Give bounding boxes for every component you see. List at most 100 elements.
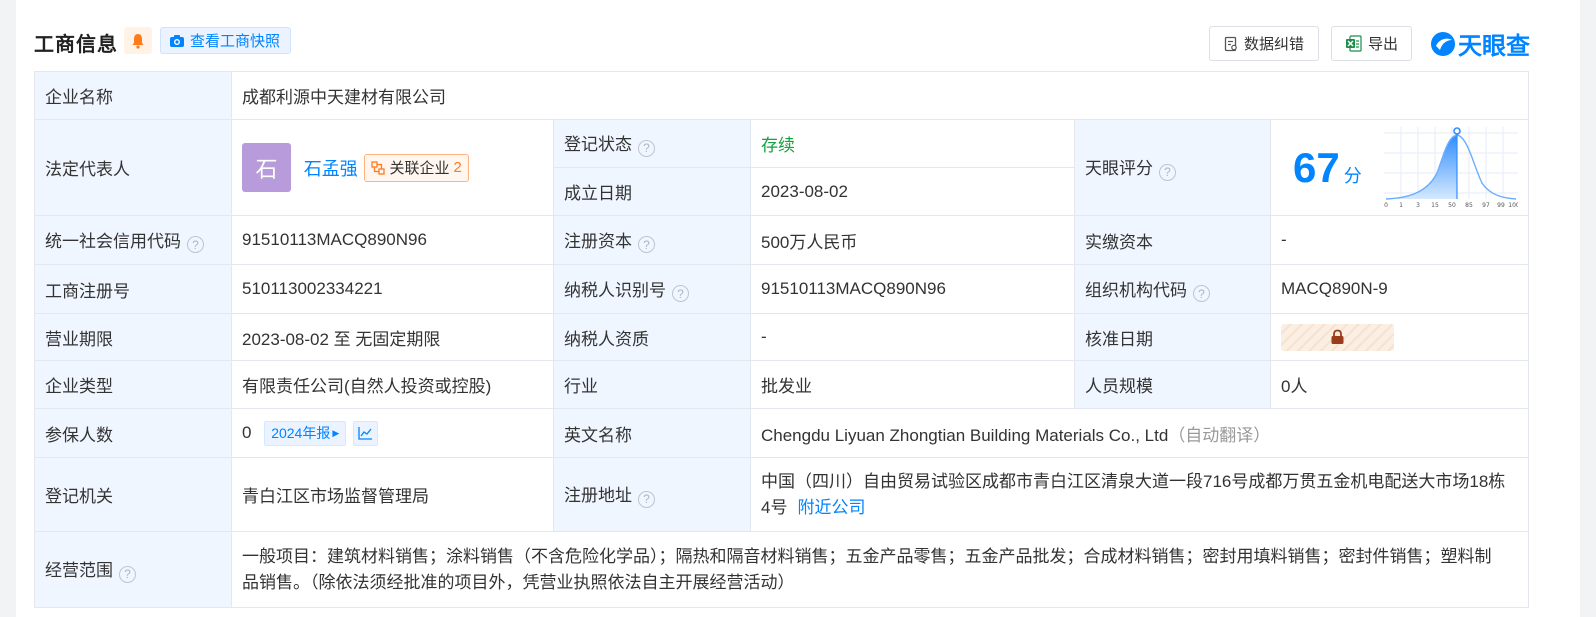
nearby-companies-link[interactable]: 附近公司 — [797, 498, 865, 517]
score-axis-tick: 97 — [1482, 202, 1490, 209]
insured-cell: 0 2024年报 ▶ — [231, 408, 554, 458]
score-value: 67 — [1293, 143, 1340, 191]
company-type-value: 有限责任公司(自然人投资或控股) — [231, 360, 554, 409]
score-axis-tick: 100 — [1508, 202, 1518, 209]
org-code-label: 组织机构代码 — [1085, 280, 1187, 300]
english-name-value: Chengdu Liyuan Zhongtian Building Materi… — [761, 425, 1169, 445]
edit-doc-icon — [1224, 36, 1237, 51]
help-icon[interactable]: ? — [638, 490, 655, 508]
line-chart-icon — [358, 427, 373, 440]
table-row: 参保人数 0 2024年报 ▶ 英文名称 Chengdu Liyuan Zhong… — [34, 408, 1529, 458]
insured-value: 0 — [242, 422, 252, 442]
help-icon[interactable]: ? — [638, 236, 655, 254]
lock-icon — [1331, 329, 1344, 344]
table-row: 企业名称 成都利源中天建材有限公司 — [34, 71, 1529, 120]
credit-code-label: 统一社会信用代码 — [45, 231, 181, 251]
reg-capital-value: 500万人民币 — [750, 215, 1075, 265]
score-distribution-chart[interactable]: 0 1 3 15 50 85 97 99 100 — [1384, 126, 1518, 209]
help-icon[interactable]: ? — [1159, 163, 1176, 181]
excel-icon — [1346, 35, 1362, 52]
score-axis-tick: 3 — [1416, 202, 1420, 209]
field-label: 注册资本? — [553, 215, 751, 265]
reg-status-value: 存续 — [750, 119, 1075, 168]
field-label: 英文名称 — [553, 408, 751, 458]
export-button[interactable]: 导出 — [1331, 26, 1413, 61]
reg-address-line1: 中国（四川）自由贸易试验区成都市青白江区清泉大道一段716号成都万贯五金机电配送… — [761, 471, 1506, 491]
score-axis-tick: 1 — [1399, 202, 1403, 209]
table-row: 统一社会信用代码? 91510113MACQ890N96 注册资本? 500万人… — [34, 215, 1529, 265]
company-name-value: 成都利源中天建材有限公司 — [231, 71, 1529, 120]
field-label: 经营范围? — [34, 531, 232, 608]
legal-rep-name[interactable]: 石孟强 — [304, 159, 358, 179]
annual-report-tag[interactable]: 2024年报 ▶ — [264, 420, 347, 446]
locked-value[interactable] — [1281, 323, 1394, 351]
bell-icon[interactable] — [124, 27, 152, 54]
snapshot-label: 查看工商快照 — [190, 33, 281, 50]
avatar[interactable]: 石 — [242, 143, 291, 192]
english-name-cell: Chengdu Liyuan Zhongtian Building Materi… — [750, 408, 1529, 458]
score-axis-ticks: 0 1 3 15 50 85 97 99 100 — [1384, 202, 1518, 209]
scope-line2: 品销售。（除依法须经批准的项目外，凭营业执照依法自主开展经营活动） — [242, 572, 795, 592]
field-label: 天眼评分? — [1074, 119, 1271, 216]
export-label: 导出 — [1368, 36, 1399, 53]
field-label: 行业 — [553, 360, 751, 409]
field-label: 登记状态? — [553, 119, 751, 168]
approval-date-value — [1270, 313, 1529, 361]
credit-code-value: 91510113MACQ890N96 — [231, 215, 554, 265]
field-label: 纳税人资质 — [553, 313, 751, 361]
related-count: 2 — [453, 159, 462, 176]
reg-authority-value: 青白江区市场监督管理局 — [231, 457, 554, 532]
field-label: 组织机构代码? — [1074, 264, 1271, 314]
legal-rep-cell: 石 石孟强 关联企业 2 — [231, 119, 554, 216]
field-label: 成立日期 — [553, 167, 751, 216]
related-companies-tag[interactable]: 关联企业 2 — [364, 153, 469, 182]
correction-label: 数据纠错 — [1244, 36, 1305, 53]
reg-number-value: 510113002334221 — [231, 264, 554, 314]
score-label: 天眼评分 — [1085, 159, 1153, 179]
table-row: 工商注册号 510113002334221 纳税人识别号? 91510113MA… — [34, 264, 1529, 314]
field-label: 核准日期 — [1074, 313, 1271, 361]
help-icon[interactable]: ? — [1193, 285, 1210, 303]
help-icon[interactable]: ? — [119, 565, 136, 583]
industry-value: 批发业 — [750, 360, 1075, 409]
section-title: 工商信息 — [34, 34, 118, 56]
field-label: 纳税人识别号? — [553, 264, 751, 314]
snapshot-button[interactable]: 查看工商快照 — [160, 27, 292, 54]
field-label: 企业名称 — [34, 71, 232, 120]
business-info-table: 企业名称 成都利源中天建材有限公司 法定代表人 石 石孟强 关联企业 2 登记状… — [34, 71, 1529, 608]
scope-label: 经营范围 — [45, 561, 113, 581]
reg-capital-label: 注册资本 — [564, 231, 632, 251]
trend-chart-button[interactable] — [353, 420, 379, 446]
score-axis-tick: 0 — [1384, 202, 1388, 209]
reg-address-line2: 4号 — [761, 497, 788, 517]
taxpayer-qual-value: - — [750, 313, 1075, 361]
field-label: 人员规模 — [1074, 360, 1271, 409]
field-label: 参保人数 — [34, 408, 232, 458]
field-label: 企业类型 — [34, 360, 232, 409]
score-axis-tick: 85 — [1465, 202, 1473, 209]
table-row: 企业类型 有限责任公司(自然人投资或控股) 行业 批发业 人员规模 0人 — [34, 360, 1529, 409]
paid-capital-value: - — [1270, 215, 1529, 265]
annual-report-label: 2024年报 — [271, 425, 331, 441]
taxpayer-id-label: 纳税人识别号 — [564, 280, 666, 300]
org-code-value: MACQ890N-9 — [1270, 264, 1529, 314]
data-correction-button[interactable]: 数据纠错 — [1209, 26, 1320, 61]
field-label: 实缴资本 — [1074, 215, 1271, 265]
score-axis-tick: 99 — [1497, 202, 1505, 209]
field-label: 工商注册号 — [34, 264, 232, 314]
field-label: 法定代表人 — [34, 119, 232, 216]
table-row: 登记机关 青白江区市场监督管理局 注册地址? 中国（四川）自由贸易试验区成都市青… — [34, 457, 1529, 532]
table-row: 法定代表人 石 石孟强 关联企业 2 登记状态? 存续 天眼评分? 67 分 0… — [34, 119, 1529, 216]
help-icon[interactable]: ? — [672, 285, 689, 303]
relation-icon — [371, 160, 386, 175]
related-label: 关联企业 — [389, 160, 450, 177]
score-axis-tick: 15 — [1431, 202, 1439, 209]
table-row: 经营范围? 一般项目：建筑材料销售；涂料销售（不含危险化学品）；隔热和隔音材料销… — [34, 531, 1529, 608]
table-row: 营业期限 2023-08-02 至 无固定期限 纳税人资质 - 核准日期 — [34, 313, 1529, 361]
score-cell: 67 分 0 1 3 15 50 85 97 99 100 — [1270, 119, 1529, 216]
help-icon[interactable]: ? — [187, 236, 204, 254]
section-header: 工商信息 查看工商快照 数据纠错 导出 天眼查 — [34, 0, 1562, 72]
taxpayer-id-value: 91510113MACQ890N96 — [750, 264, 1075, 314]
help-icon[interactable]: ? — [638, 139, 655, 157]
reg-status-label: 登记状态 — [564, 135, 632, 155]
